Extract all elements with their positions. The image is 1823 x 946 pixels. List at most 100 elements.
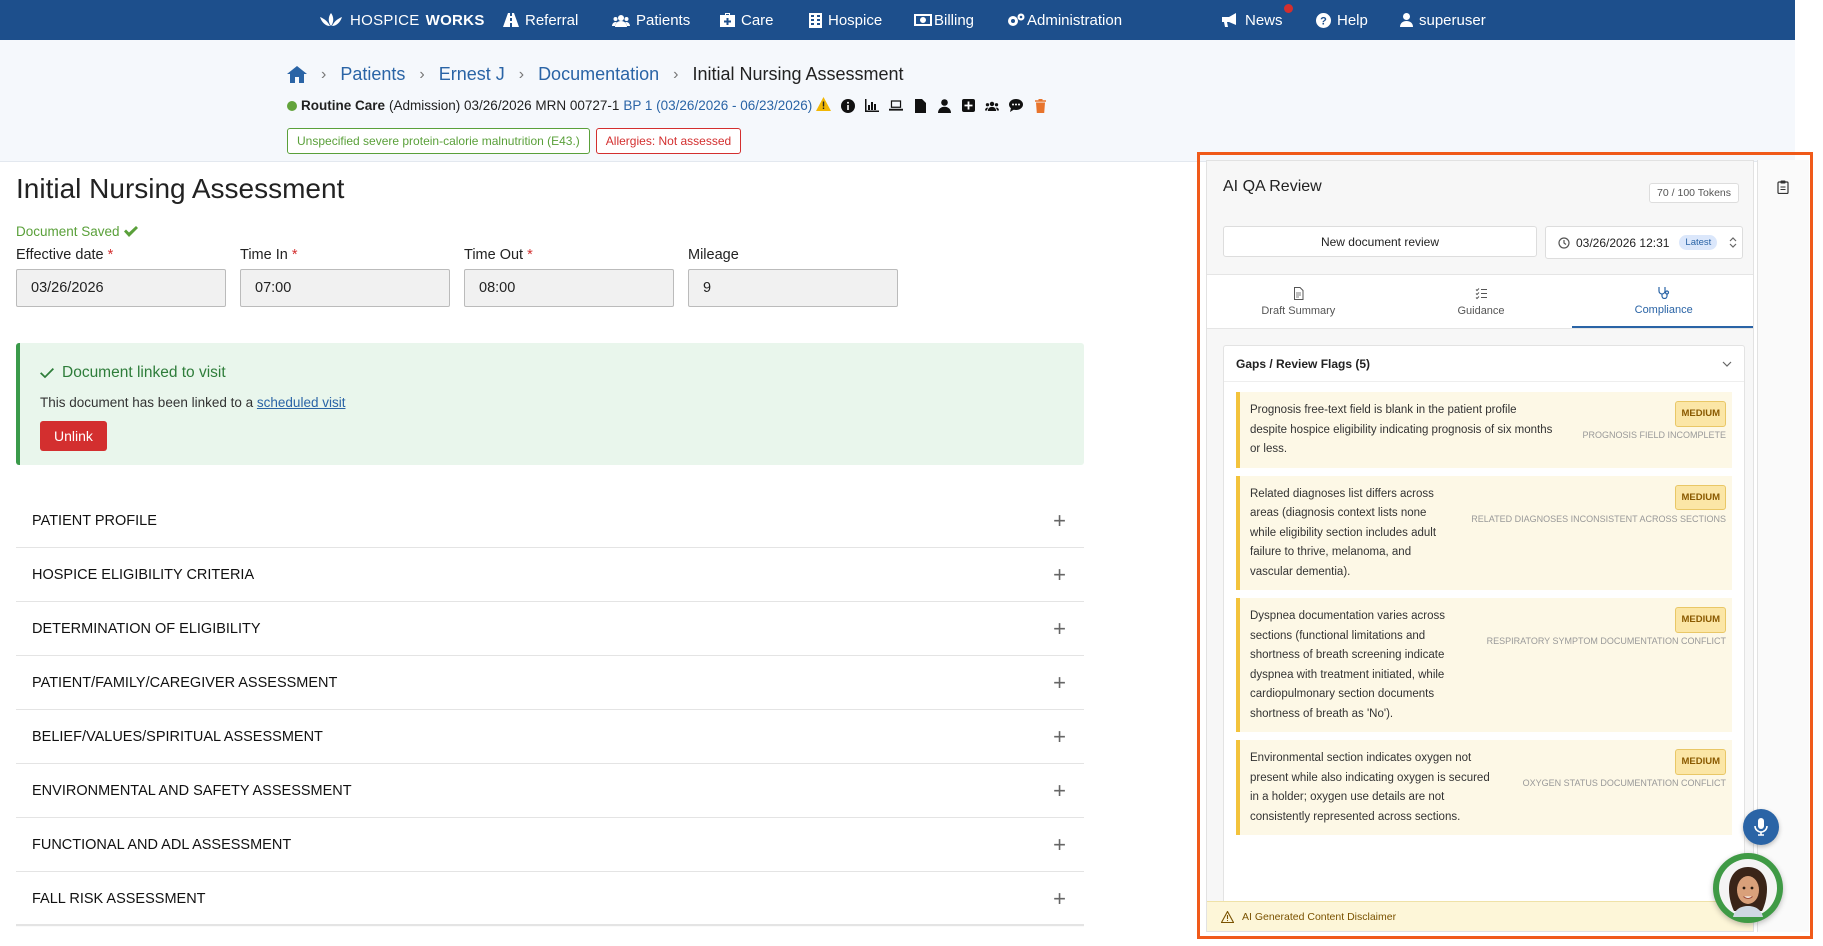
effective-date-input[interactable]: 03/26/2026 (16, 269, 226, 307)
trash-icon[interactable] (1033, 98, 1047, 113)
cogs-icon (1008, 13, 1025, 26)
nav-care[interactable]: Care (720, 0, 774, 40)
section-label: ENVIRONMENTAL AND SAFETY ASSESSMENT (32, 782, 352, 799)
clipboard-icon[interactable] (1774, 178, 1792, 196)
patient-tags: Unspecified severe protein-calorie malnu… (287, 128, 742, 154)
unlink-button[interactable]: Unlink (40, 421, 107, 451)
document-saved-status: Document Saved (16, 224, 138, 239)
ai-disclaimer[interactable]: AI Generated Content Disclaimer (1207, 901, 1753, 931)
section-functional-adl[interactable]: FUNCTIONAL AND ADL ASSESSMENT + (16, 818, 1084, 872)
section-label: FUNCTIONAL AND ADL ASSESSMENT (32, 836, 292, 853)
time-out-label: Time Out * (464, 247, 674, 263)
mileage-field: Mileage 9 (688, 247, 898, 307)
logo-text-works: WORKS (425, 11, 485, 29)
user-md-icon[interactable] (937, 98, 951, 113)
nav-patients[interactable]: Patients (612, 0, 690, 40)
plus-icon[interactable]: + (1053, 778, 1066, 804)
chevron-down-icon[interactable] (1722, 361, 1732, 367)
plus-icon[interactable]: + (1053, 670, 1066, 696)
breadcrumb-patients[interactable]: Patients (340, 64, 405, 85)
time-in-input[interactable]: 07:00 (240, 269, 450, 307)
laptop-icon[interactable] (889, 99, 904, 113)
nav-user-menu[interactable]: superuser (1400, 0, 1486, 40)
section-label: BELIEF/VALUES/SPIRITUAL ASSESSMENT (32, 728, 323, 745)
tab-draft-summary[interactable]: Draft Summary (1207, 275, 1390, 328)
plus-icon[interactable]: + (1053, 724, 1066, 750)
section-label: PATIENT/FAMILY/CAREGIVER ASSESSMENT (32, 674, 338, 691)
nav-billing-label: Billing (934, 11, 975, 29)
plus-icon[interactable]: + (1053, 508, 1066, 534)
nav-news[interactable]: News (1222, 0, 1293, 40)
document-icon[interactable] (913, 98, 927, 113)
linked-title-text: Document linked to visit (62, 364, 226, 381)
mileage-input[interactable]: 9 (688, 269, 898, 307)
nav-billing[interactable]: Billing (914, 0, 974, 40)
user-icon (1400, 13, 1413, 27)
plus-icon[interactable]: + (1053, 832, 1066, 858)
gaps-header[interactable]: Gaps / Review Flags (5) (1224, 346, 1744, 382)
section-spiritual-assessment[interactable]: BELIEF/VALUES/SPIRITUAL ASSESSMENT + (16, 710, 1084, 764)
chevron-right-icon: › (419, 65, 425, 83)
info-icon[interactable] (841, 98, 856, 113)
tab-compliance[interactable]: Compliance (1572, 275, 1753, 328)
review-flag: Environmental section indicates oxygen n… (1236, 740, 1732, 835)
stethoscope-icon (1658, 286, 1670, 299)
diagnosis-tag[interactable]: Unspecified severe protein-calorie malnu… (287, 128, 590, 154)
document-linked-alert: Document linked to visit This document h… (16, 343, 1084, 465)
plus-icon[interactable]: + (1053, 886, 1066, 912)
plus-icon[interactable]: + (1053, 562, 1066, 588)
warning-icon[interactable] (816, 97, 832, 114)
ai-tabs: Draft Summary Guidance Compliance (1207, 274, 1753, 329)
tab-guidance[interactable]: Guidance (1390, 275, 1573, 328)
benefit-period-link[interactable]: BP 1 (03/26/2026 - 06/23/2026) (623, 98, 812, 113)
time-in-label: Time In * (240, 247, 450, 263)
nav-hospice-label: Hospice (828, 11, 883, 29)
building-icon (809, 12, 822, 28)
app-logo[interactable]: HOSPICE WORKS (318, 0, 485, 40)
chart-icon[interactable] (865, 99, 880, 113)
nav-administration[interactable]: Administration (1007, 0, 1122, 40)
review-flag: Prognosis free-text field is blank in th… (1236, 392, 1732, 468)
nav-referral[interactable]: Referral (503, 0, 578, 40)
check-icon (40, 367, 54, 378)
flag-category: RESPIRATORY SYMPTOM DOCUMENTATION CONFLI… (1486, 636, 1726, 646)
group-icon[interactable] (985, 99, 1000, 113)
comment-icon[interactable] (1009, 99, 1024, 113)
warning-icon (1221, 910, 1234, 923)
section-hospice-eligibility[interactable]: HOSPICE ELIGIBILITY CRITERIA + (16, 548, 1084, 602)
review-date-select[interactable]: 03/26/2026 12:31 Latest (1545, 226, 1743, 259)
list-check-icon (1475, 287, 1487, 299)
patient-action-icons (841, 98, 1047, 113)
divider (16, 924, 1084, 925)
road-icon (503, 13, 519, 27)
assistant-avatar[interactable] (1713, 853, 1783, 923)
section-patient-profile[interactable]: PATIENT PROFILE + (16, 494, 1084, 548)
scheduled-visit-link[interactable]: scheduled visit (257, 395, 346, 410)
breadcrumb-documentation[interactable]: Documentation (538, 64, 659, 85)
token-counter: 70 / 100 Tokens (1649, 183, 1739, 203)
section-label: FALL RISK ASSESSMENT (32, 890, 206, 907)
time-in-field: Time In * 07:00 (240, 247, 450, 307)
linked-description-text: This document has been linked to a (40, 395, 254, 410)
new-document-review-button[interactable]: New document review (1223, 226, 1537, 257)
effective-date-label-text: Effective date (16, 247, 104, 263)
plus-square-icon[interactable] (961, 99, 975, 113)
voice-input-button[interactable] (1743, 809, 1779, 845)
status-dot (287, 100, 297, 111)
nav-help[interactable]: ? Help (1316, 0, 1368, 40)
home-icon[interactable] (287, 66, 307, 83)
section-fall-risk[interactable]: FALL RISK ASSESSMENT + (16, 872, 1084, 926)
latest-badge: Latest (1679, 235, 1718, 250)
checkmark-icon (123, 226, 138, 237)
review-flag: Dyspnea documentation varies across sect… (1236, 598, 1732, 732)
allergies-tag[interactable]: Allergies: Not assessed (595, 128, 742, 154)
section-determination-eligibility[interactable]: DETERMINATION OF ELIGIBILITY + (16, 602, 1084, 656)
flag-category: RELATED DIAGNOSES INCONSISTENT ACROSS SE… (1471, 513, 1726, 524)
section-caregiver-assessment[interactable]: PATIENT/FAMILY/CAREGIVER ASSESSMENT + (16, 656, 1084, 710)
breadcrumb-patient[interactable]: Ernest J (439, 64, 505, 85)
severity-badge: MEDIUM (1675, 607, 1726, 633)
time-out-input[interactable]: 08:00 (464, 269, 674, 307)
nav-hospice[interactable]: Hospice (809, 0, 882, 40)
plus-icon[interactable]: + (1053, 616, 1066, 642)
section-environmental-safety[interactable]: ENVIRONMENTAL AND SAFETY ASSESSMENT + (16, 764, 1084, 818)
